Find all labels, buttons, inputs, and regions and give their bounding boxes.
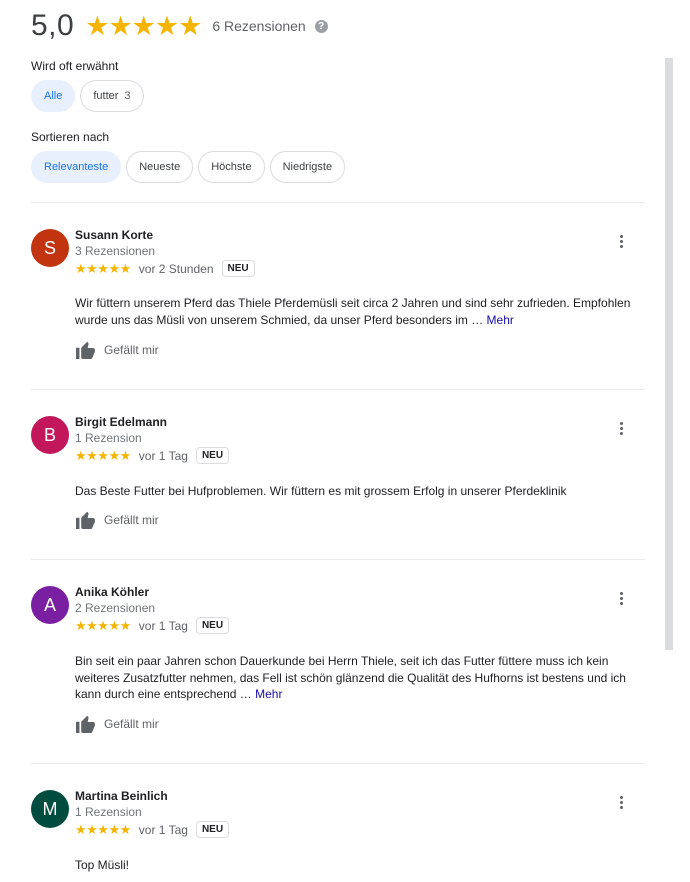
divider [31,763,645,764]
sort-niedrigste[interactable]: Niedrigste [269,151,346,183]
like-label: Gefällt mir [104,716,159,731]
new-badge: NEU [195,617,230,634]
rating-summary: 5,0 ★ ★ ★ ★ ★ 6 Rezensionen ? [31,6,328,46]
review-text: Top Müsli! [75,857,645,874]
review-text-body: Bin seit ein paar Jahren schon Dauerkund… [75,654,626,701]
avatar[interactable]: A [31,586,69,624]
reviewer-review-count: 3 Rezensionen [75,244,156,258]
review-meta: ★★★★★ vor 1 Tag NEU [75,617,230,634]
star-rating-icon: ★★★★★ [85,10,203,41]
reviewer-review-count: 1 Rezension [75,805,142,819]
new-badge: NEU [221,260,255,277]
review-card: M Martina Beinlich 1 Rezension ★★★★★ vor… [31,789,645,880]
thumbs-up-icon [76,511,95,529]
like-button[interactable]: Gefällt mir [75,714,159,733]
help-icon[interactable]: ? [314,19,328,33]
sort-hoechste[interactable]: Höchste [198,151,265,183]
reviewer-review-count: 1 Rezension [75,431,142,445]
thumbs-up-icon [76,715,95,733]
more-options-icon[interactable] [619,234,623,249]
more-link[interactable]: Mehr [255,687,282,701]
like-label: Gefällt mir [104,512,159,527]
sort-neueste[interactable]: Neueste [126,151,194,183]
more-options-icon[interactable] [619,795,623,810]
review-text-body: Wir füttern unserem Pferd das Thiele Pfe… [75,296,631,327]
review-time: vor 1 Tag [138,618,188,633]
reviewer-review-count: 2 Rezensionen [75,601,156,615]
chip-futter[interactable]: futter 3 [80,80,144,112]
divider [31,559,645,560]
new-badge: NEU [195,447,230,464]
chip-alle[interactable]: Alle [31,80,76,112]
review-text-body: Top Müsli! [75,858,130,872]
mentioned-label: Wird oft erwähnt [31,59,119,73]
review-meta: ★★★★★ vor 1 Tag NEU [75,447,230,464]
reviewer-name[interactable]: Susann Korte [75,228,153,242]
chip-count: 3 [124,90,131,102]
like-button[interactable]: Gefällt mir [75,340,159,359]
star-rating-icon: ★★★★★ [75,447,131,463]
average-rating: 5,0 [31,9,75,42]
review-meta: ★★★★★ vor 1 Tag NEU [75,821,230,838]
more-options-icon[interactable] [619,591,623,606]
mentioned-chips: Alle futter 3 [31,80,149,112]
review-card: B Birgit Edelmann 1 Rezension ★★★★★ vor … [31,415,645,541]
review-meta: ★★★★★ vor 2 Stunden NEU [75,260,255,277]
divider [31,389,645,390]
like-button[interactable]: Gefällt mir [75,510,159,529]
review-count: 6 Rezensionen [212,18,306,34]
star-rating-icon: ★★★★★ [75,260,131,276]
star-icon: ★ [131,10,156,41]
reviewer-name[interactable]: Martina Beinlich [75,789,168,803]
review-text: Bin seit ein paar Jahren schon Dauerkund… [75,653,645,703]
sort-label: Sortieren nach [31,130,110,144]
review-time: vor 1 Tag [138,822,188,837]
review-card: A Anika Köhler 2 Rezensionen ★★★★★ vor 1… [31,585,645,746]
thumbs-up-icon [76,341,95,359]
new-badge: NEU [195,821,230,838]
review-time: vor 2 Stunden [138,261,214,276]
avatar[interactable]: M [31,790,69,828]
star-icon: ★ [154,10,180,41]
star-icon: ★ [85,10,110,41]
star-icon: ★ [178,10,203,41]
chip-label: Alle [44,90,63,102]
star-rating-icon: ★★★★★ [75,821,131,837]
reviewer-name[interactable]: Anika Köhler [75,585,149,599]
chip-label: futter [93,90,119,102]
divider [31,202,645,203]
avatar[interactable]: S [31,229,69,267]
like-label: Gefällt mir [104,342,159,357]
sort-relevanteste[interactable]: Relevanteste [31,151,122,183]
reviewer-name[interactable]: Birgit Edelmann [75,415,167,429]
review-text-body: Das Beste Futter bei Hufproblemen. Wir f… [75,484,567,498]
more-link[interactable]: Mehr [487,313,514,327]
star-icon: ★ [108,10,133,41]
review-card: S Susann Korte 3 Rezensionen ★★★★★ vor 2… [31,228,645,369]
review-time: vor 1 Tag [138,448,188,463]
more-options-icon[interactable] [619,421,623,436]
avatar[interactable]: B [31,416,69,454]
review-text: Das Beste Futter bei Hufproblemen. Wir f… [75,483,645,500]
scrollbar[interactable] [665,58,673,650]
review-text: Wir füttern unserem Pferd das Thiele Pfe… [75,295,645,328]
star-rating-icon: ★★★★★ [75,617,131,633]
sort-chips: Relevanteste Neueste Höchste Niedrigste [31,151,350,183]
